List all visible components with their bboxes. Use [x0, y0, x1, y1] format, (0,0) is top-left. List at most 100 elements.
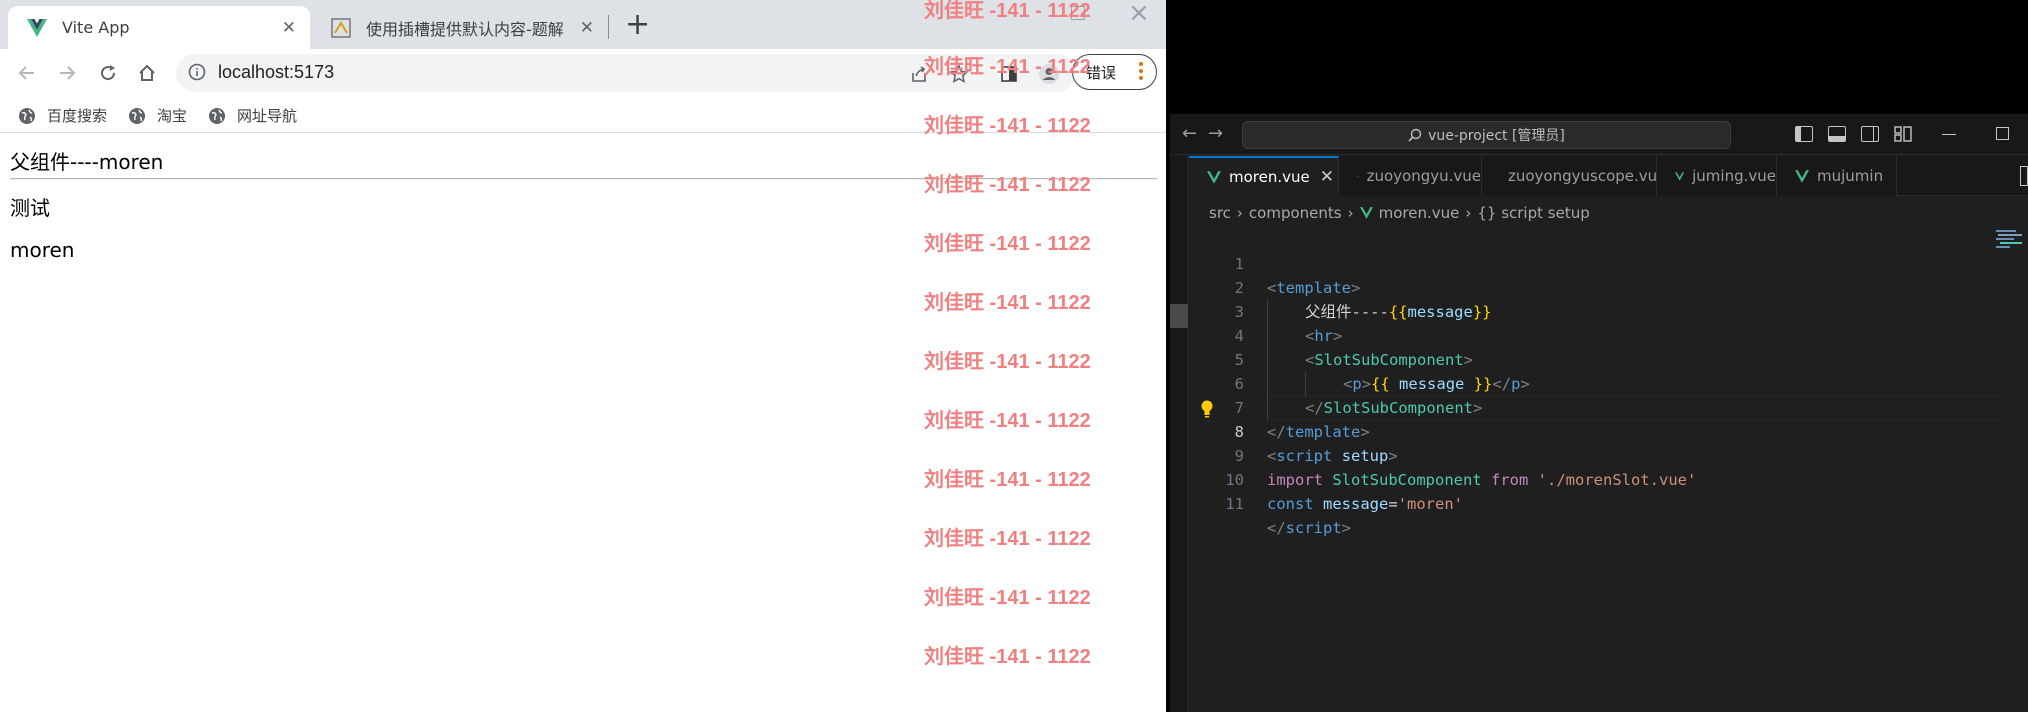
- site-favicon-icon: [330, 17, 352, 39]
- breadcrumb-symbol[interactable]: {} script setup: [1477, 204, 1589, 222]
- nav-forward-icon[interactable]: →: [1208, 123, 1223, 144]
- vscode-window: ← → vue-project [管理员] moren.vue ✕ zuoyon…: [1170, 114, 2028, 712]
- horizontal-rule: [10, 178, 1157, 180]
- tab-label: moren.vue: [1229, 168, 1310, 186]
- bookmark-label: 淘宝: [157, 107, 188, 125]
- code-token: const: [1267, 495, 1314, 513]
- code-line: 5 <p>{{ message }}</p>: [1189, 324, 2028, 396]
- vue-file-icon: [1207, 170, 1221, 184]
- parent-component-text: 父组件----moren: [10, 150, 164, 174]
- tab-label: zuoyongyu.vue: [1366, 167, 1481, 185]
- toggle-primary-sidebar-icon[interactable]: [1795, 126, 1813, 142]
- desktop-background: [1166, 0, 2028, 114]
- maximize-icon[interactable]: [1996, 127, 2009, 140]
- chevron-right-icon: ›: [1236, 204, 1243, 222]
- tab-label: mujumin: [1817, 167, 1884, 185]
- globe-icon: [129, 107, 145, 124]
- code-editor[interactable]: 1 <template> 2 父组件----{{message}} 3 <hr>…: [1189, 228, 2028, 712]
- tab-label: juming.vue: [1692, 167, 1776, 185]
- minimap[interactable]: [1996, 228, 2024, 250]
- code-token: 'moren': [1397, 495, 1464, 513]
- search-icon: [1408, 128, 1422, 142]
- activity-indicator: [1170, 304, 1188, 328]
- menu-dots-icon: [1139, 62, 1143, 80]
- browser-tab-solution[interactable]: 使用插槽提供默认内容-题解 ✕: [312, 6, 608, 49]
- window-close-icon[interactable]: ×: [1128, 0, 1150, 26]
- close-tab-icon[interactable]: ✕: [282, 18, 296, 38]
- code-line: 6 </SlotSubComponent>: [1189, 348, 2028, 420]
- chevron-right-icon: ›: [1465, 204, 1472, 222]
- vue-file-icon: [1675, 171, 1685, 181]
- editor-tabs: moren.vue ✕ zuoyongyu.vue zuoyongyuscope…: [1189, 156, 2028, 196]
- back-button[interactable]: [12, 58, 42, 88]
- editor-tab-zuoyongyu[interactable]: zuoyongyu.vue: [1339, 156, 1482, 196]
- toggle-secondary-sidebar-icon[interactable]: [1861, 126, 1879, 142]
- home-button[interactable]: [132, 58, 162, 88]
- globe-icon: [19, 107, 35, 124]
- share-icon[interactable]: [908, 63, 930, 85]
- bookmark-label: 百度搜索: [47, 107, 108, 125]
- vue-file-icon: [1795, 169, 1809, 183]
- nav-back-icon[interactable]: ←: [1182, 123, 1197, 144]
- minimize-icon[interactable]: [1942, 134, 1956, 135]
- vue-file-icon: [1359, 207, 1373, 219]
- command-center[interactable]: vue-project [管理员]: [1242, 121, 1731, 149]
- editor-tab-mujumin[interactable]: mujumin: [1777, 156, 1897, 196]
- browser-window: Vite App ✕ 使用插槽提供默认内容-题解 ✕ + × localhost…: [0, 0, 1166, 712]
- bookmark-taobao[interactable]: 淘宝: [128, 99, 187, 132]
- code-line: 10 const message='moren': [1189, 444, 2028, 513]
- close-tab-icon[interactable]: ✕: [1320, 167, 1334, 187]
- toggle-panel-icon[interactable]: [1828, 126, 1846, 142]
- breadcrumb-file[interactable]: moren.vue: [1379, 204, 1460, 222]
- code-line: 4 <SlotSubComponent>: [1189, 300, 2028, 372]
- vue-logo-icon: [26, 17, 48, 39]
- slot-test-text: 测试: [10, 196, 50, 220]
- code-line: 3 <hr>: [1189, 276, 2028, 348]
- code-token: script: [1285, 519, 1342, 537]
- tab-title: 使用插槽提供默认内容-题解: [366, 19, 564, 39]
- globe-icon: [209, 107, 225, 124]
- code-line: 11 </script>: [1189, 468, 2028, 537]
- customize-layout-icon[interactable]: [1894, 126, 1912, 142]
- tab-title: Vite App: [62, 18, 130, 37]
- editor-tab-zuoyongyuscope[interactable]: zuoyongyuscope.vue: [1482, 156, 1666, 196]
- code-line: 1 <template>: [1189, 228, 2028, 297]
- bookmarks-bar: 百度搜索 淘宝 网址导航: [0, 99, 1166, 133]
- editor-tab-moren[interactable]: moren.vue ✕: [1189, 156, 1339, 196]
- url-text: localhost:5173: [218, 62, 335, 82]
- breadcrumb-components[interactable]: components: [1249, 204, 1342, 222]
- vscode-title-bar: ← → vue-project [管理员]: [1170, 114, 2028, 155]
- line-number: 11: [1225, 495, 1244, 513]
- window-restore-icon[interactable]: [1071, 6, 1085, 20]
- new-tab-button[interactable]: +: [625, 8, 650, 42]
- workspace-title: vue-project [管理员]: [1428, 128, 1565, 144]
- side-panel-icon[interactable]: [998, 63, 1020, 85]
- vue-file-icon: [1357, 175, 1359, 177]
- tab-separator: [608, 15, 609, 39]
- page-content: 父组件----moren 测试 moren: [0, 134, 1166, 712]
- browser-tab-vite-app[interactable]: Vite App ✕: [8, 6, 310, 49]
- reload-button[interactable]: [93, 58, 123, 88]
- bookmark-star-icon[interactable]: [948, 63, 970, 85]
- error-button[interactable]: 错误: [1072, 54, 1157, 90]
- code-line: 2 父组件----{{message}}: [1189, 252, 2028, 324]
- breadcrumb-src[interactable]: src: [1209, 204, 1231, 222]
- site-info-icon[interactable]: [188, 63, 206, 85]
- error-label: 错误: [1086, 63, 1117, 82]
- chevron-right-icon: ›: [1347, 204, 1354, 222]
- forward-button[interactable]: [52, 58, 82, 88]
- editor-tab-juming[interactable]: juming.vue: [1657, 156, 1777, 196]
- address-bar[interactable]: localhost:5173: [176, 54, 1076, 92]
- browser-toolbar: localhost:5173 错误: [0, 49, 1166, 99]
- tab-label: zuoyongyuscope.vue: [1508, 167, 1667, 185]
- tabs-overflow-icon[interactable]: [2020, 166, 2028, 186]
- bookmark-baidu[interactable]: 百度搜索: [18, 99, 107, 132]
- browser-tab-strip: Vite App ✕ 使用插槽提供默认内容-题解 ✕ + ×: [0, 0, 1166, 49]
- code-token: message: [1323, 495, 1389, 513]
- bookmark-nav[interactable]: 网址导航: [208, 99, 297, 132]
- bookmark-label: 网址导航: [237, 107, 298, 125]
- close-tab-icon[interactable]: ✕: [580, 18, 594, 38]
- breadcrumb: src › components › moren.vue › {} script…: [1209, 204, 1590, 222]
- profile-avatar-icon[interactable]: [1038, 63, 1060, 85]
- activity-bar: [1170, 156, 1188, 712]
